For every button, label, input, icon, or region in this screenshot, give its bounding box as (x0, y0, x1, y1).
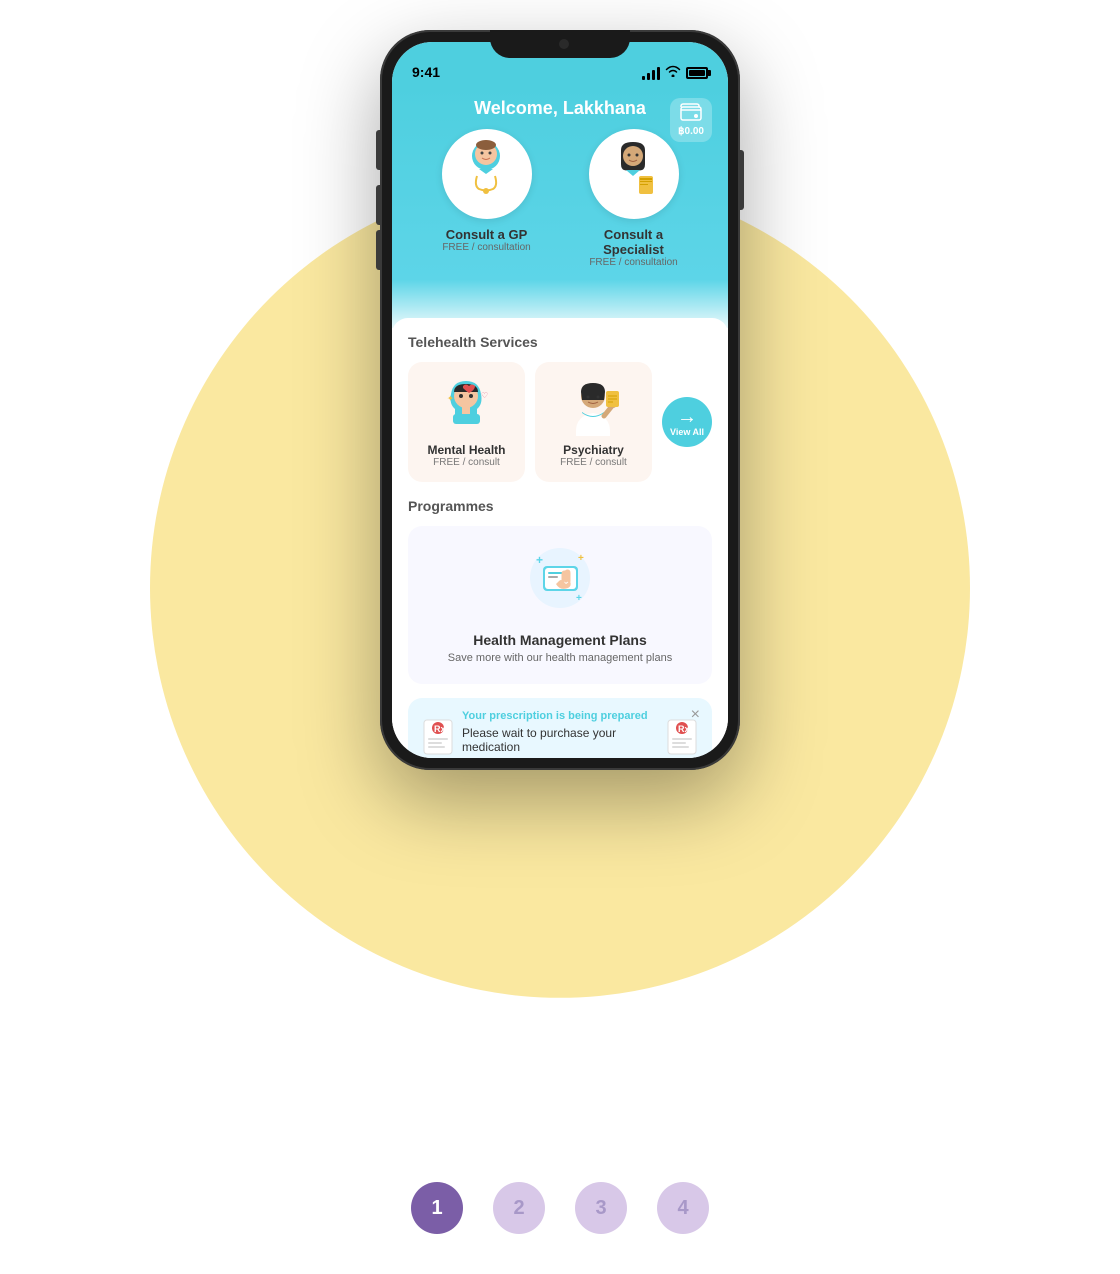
notification-banner: Rx Your prescription is being prepared P… (408, 698, 712, 758)
phone-notch (490, 30, 630, 58)
body-section: Telehealth Services (392, 318, 728, 758)
phone-frame: 9:41 (380, 30, 740, 770)
mental-health-name: Mental Health (427, 443, 505, 457)
svg-text:✦: ✦ (447, 394, 454, 403)
status-time: 9:41 (412, 64, 440, 80)
consult-row: ☞ Consult a GP FREE / consultation (408, 129, 712, 268)
phone-screen: 9:41 (392, 42, 728, 758)
programme-desc: Save more with our health management pla… (448, 652, 672, 664)
psychiatry-card[interactable]: Psychiatry FREE / consult (535, 362, 652, 482)
telehealth-section-title: Telehealth Services (408, 334, 712, 350)
mental-health-price: FREE / consult (433, 457, 500, 468)
gp-avatar: ☞ (442, 129, 532, 219)
wallet-button[interactable]: ฿0.00 (670, 98, 712, 142)
step-4-label: 4 (677, 1197, 688, 1220)
specialist-avatar (589, 129, 679, 219)
rx-left-icon: Rx (422, 718, 454, 758)
psychiatry-name: Psychiatry (563, 443, 624, 457)
view-all-button[interactable]: → View All (662, 397, 712, 447)
programme-title: Health Management Plans (473, 632, 647, 648)
mental-health-illustration: ✦ ♡ (437, 376, 497, 436)
screen-content[interactable]: Welcome, Lakkhana (392, 86, 728, 758)
programme-icon: + + + (528, 546, 593, 622)
specialist-subtitle: FREE / consultation (589, 257, 677, 268)
step-2-label: 2 (513, 1197, 524, 1220)
svg-text:♡: ♡ (481, 391, 488, 400)
svg-text:+: + (536, 553, 543, 567)
step-4[interactable]: 4 (657, 1182, 709, 1234)
consult-specialist-card[interactable]: Consult a Specialist FREE / consultation (575, 129, 692, 268)
notif-body: Please wait to purchase your medication (462, 726, 658, 754)
step-3-label: 3 (595, 1197, 606, 1220)
rx-right-icon: Rx (666, 718, 698, 758)
view-all-label: View All (670, 427, 704, 437)
welcome-row: Welcome, Lakkhana (408, 98, 712, 119)
svg-text:Rx: Rx (678, 724, 690, 734)
psychiatry-price: FREE / consult (560, 457, 627, 468)
programmes-card[interactable]: + + + Health Management Plans Save more … (408, 526, 712, 684)
battery-icon (686, 67, 708, 79)
phone-wrapper: 9:41 (380, 30, 740, 770)
wallet-amount: ฿0.00 (678, 126, 704, 137)
specialist-title: Consult a Specialist (575, 227, 692, 257)
telehealth-row: ✦ ♡ Mental Health FREE / consult (408, 362, 712, 482)
welcome-text: Welcome, Lakkhana (474, 98, 646, 119)
view-all-arrow-icon: → (677, 407, 697, 427)
programmes-section-title: Programmes (408, 498, 712, 514)
signal-icon (642, 66, 660, 80)
notch-camera (559, 39, 569, 49)
step-3[interactable]: 3 (575, 1182, 627, 1234)
wifi-icon (665, 65, 681, 80)
notif-close-button[interactable]: × (691, 706, 700, 724)
step-1[interactable]: 1 (411, 1182, 463, 1234)
scene: 9:41 (0, 0, 1120, 1274)
mental-health-card[interactable]: ✦ ♡ Mental Health FREE / consult (408, 362, 525, 482)
welcome-section: Welcome, Lakkhana (392, 86, 728, 328)
status-icons (642, 65, 708, 80)
notif-icons-row: Rx Your prescription is being prepared P… (422, 710, 698, 758)
psychiatry-illustration (564, 376, 624, 436)
step-1-label: 1 (431, 1197, 442, 1220)
notif-title: Your prescription is being prepared (462, 710, 658, 722)
svg-text:Rx: Rx (434, 724, 446, 734)
step-2[interactable]: 2 (493, 1182, 545, 1234)
wallet-icon (680, 103, 702, 126)
svg-text:+: + (576, 593, 582, 604)
consult-gp-card[interactable]: ☞ Consult a GP FREE / consultation (428, 129, 545, 268)
step-indicators: 1 2 3 4 (411, 1182, 709, 1234)
gp-subtitle: FREE / consultation (442, 242, 530, 253)
gp-title: Consult a GP (446, 227, 528, 242)
svg-text:+: + (578, 553, 584, 564)
